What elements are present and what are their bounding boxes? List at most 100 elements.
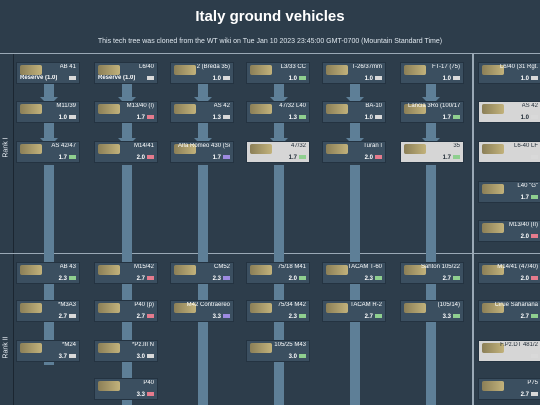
vehicle-card[interactable]: M42 Contraereo 3.3 — [170, 300, 234, 322]
vehicle-card[interactable]: *M3A3 2.7 — [16, 300, 80, 322]
vehicle-br: 2.0 — [520, 276, 529, 282]
vehicle-br: 1.7 — [58, 155, 67, 161]
country-flag-icon — [69, 155, 76, 159]
vehicle-card[interactable]: 75/34 M42 2.3 — [246, 300, 310, 322]
country-flag-icon — [453, 314, 460, 318]
vehicle-name: P40 — [143, 380, 154, 386]
country-flag-icon — [69, 354, 76, 358]
vehicle-card[interactable]: Cirue Sahariana 2.7 — [478, 300, 540, 322]
vehicle-name: L40 "G" — [517, 183, 538, 189]
rank-2-column: Rank II — [0, 254, 14, 405]
vehicle-card[interactable]: 2 (Breda 35) 1.0 — [170, 62, 234, 84]
vehicle-name: M42 Contraereo — [186, 302, 230, 308]
vehicle-br: 2.0 — [136, 155, 145, 161]
vehicle-br: 1.0 — [212, 76, 221, 82]
vehicle-card[interactable]: M14/41 2.0 — [94, 141, 158, 163]
country-flag-icon — [223, 76, 230, 80]
country-flag-icon — [147, 314, 154, 318]
vehicle-name: M13/40 (II) — [508, 222, 538, 228]
vehicle-card[interactable]: M15/42 2.7 — [94, 262, 158, 284]
vehicle-card[interactable]: P75 2.7 — [478, 378, 540, 400]
vehicle-name: M15/42 — [133, 264, 154, 270]
country-flag-icon — [299, 76, 306, 80]
vehicle-card[interactable]: TACAM T-60 2.3 — [322, 262, 386, 284]
vehicle-card[interactable]: M11/39 1.0 — [16, 101, 80, 123]
vehicle-card[interactable]: 105/25 M43 3.0 — [246, 340, 310, 362]
vehicle-name: 35 — [453, 143, 460, 149]
vehicle-br: 3.7 — [58, 354, 67, 360]
vehicle-card[interactable]: AS 42 1.3 — [170, 101, 234, 123]
tree-connector — [426, 165, 436, 405]
vehicle-thumbnail — [98, 104, 120, 114]
vehicle-br: 3.3 — [136, 392, 145, 398]
vehicle-card[interactable]: *Pz.III N 3.0 — [94, 340, 158, 362]
vehicle-thumbnail — [326, 303, 348, 313]
vehicle-thumbnail — [20, 144, 42, 154]
vehicle-card[interactable]: L6/40 (31 Rgt. 1.0 — [478, 62, 540, 84]
vehicle-name: L6-40 LF — [513, 143, 538, 149]
vehicle-br: 2.3 — [364, 276, 373, 282]
vehicle-thumbnail — [174, 104, 196, 114]
vehicle-br: 2.7 — [520, 392, 529, 398]
vehicle-br: 2.7 — [442, 276, 451, 282]
vehicle-card[interactable]: AS 42/47 1.7 — [16, 141, 80, 163]
vehicle-card[interactable]: *M24 3.7 — [16, 340, 80, 362]
vehicle-br: 3.3 — [442, 314, 451, 320]
country-flag-icon — [531, 155, 538, 159]
vehicle-card[interactable]: 47/32 L40 1.3 — [246, 101, 310, 123]
vehicle-card[interactable]: Alfa Romeo 430 (Scotti) 1.7 — [170, 141, 234, 163]
vehicle-thumbnail — [174, 265, 196, 275]
vehicle-thumbnail — [482, 381, 504, 391]
country-flag-icon — [223, 276, 230, 280]
vehicle-card[interactable]: (105/14) 3.3 — [400, 300, 464, 322]
vehicle-card[interactable]: M13/40 (II) 2.0 — [478, 220, 540, 242]
vehicle-name: L3/33 CC — [280, 64, 306, 70]
vehicle-br: 1.7 — [136, 115, 145, 121]
vehicle-card[interactable]: L6-40 LF — [478, 141, 540, 163]
vehicle-thumbnail — [20, 343, 42, 353]
vehicle-card[interactable]: L3/33 CC 1.0 — [246, 62, 310, 84]
country-flag-icon — [299, 155, 306, 159]
vehicle-card[interactable]: TACAM R-2 2.7 — [322, 300, 386, 322]
vehicle-card[interactable]: P40 (p) 2.7 — [94, 300, 158, 322]
vehicle-card[interactable]: M14/41 (47/40) 2.0 — [478, 262, 540, 284]
vehicle-name: 2 (Breda 35) — [196, 64, 230, 70]
vehicle-card[interactable]: F.Pz.DT 481/2 — [478, 340, 540, 362]
vehicle-card[interactable]: CM52 2.3 — [170, 262, 234, 284]
vehicle-br: 2.7 — [520, 314, 529, 320]
vehicle-card[interactable]: M13/40 (I) 1.7 — [94, 101, 158, 123]
country-flag-icon — [69, 115, 76, 119]
vehicle-card[interactable]: L6/40 Reserve (1.0) — [94, 62, 158, 84]
vehicle-br: 1.7 — [442, 115, 451, 121]
vehicle-br: 2.7 — [136, 276, 145, 282]
vehicle-br: 2.7 — [364, 314, 373, 320]
vehicle-thumbnail — [20, 265, 42, 275]
vehicle-card[interactable]: P40 3.3 — [94, 378, 158, 400]
vehicle-card[interactable]: L40 "G" 1.7 — [478, 181, 540, 203]
vehicle-thumbnail — [98, 144, 120, 154]
vehicle-name: TACAM R-2 — [350, 302, 382, 308]
vehicle-card[interactable]: AB 43 2.3 — [16, 262, 80, 284]
vehicle-card[interactable]: Turán I 2.0 — [322, 141, 386, 163]
vehicle-card[interactable]: BA-10 1.0 — [322, 101, 386, 123]
vehicle-card[interactable]: Lancia 3Ro (100/17) 1.7 — [400, 101, 464, 123]
vehicle-card[interactable]: FT-17 (75) 1.0 — [400, 62, 464, 84]
vehicle-card[interactable]: 35 1.7 — [400, 141, 464, 163]
vehicle-card[interactable]: AS 42 1.0 — [478, 101, 540, 123]
vehicle-name: AB 43 — [59, 264, 76, 270]
vehicle-br: 1.3 — [288, 115, 297, 121]
vehicle-card[interactable]: T-26/37mm 1.0 — [322, 62, 386, 84]
tree-connector — [198, 165, 208, 405]
vehicle-card[interactable]: 47/32 1.7 — [246, 141, 310, 163]
vehicle-br: 1.0 — [58, 115, 67, 121]
vehicle-name: 47/32 L40 — [279, 103, 306, 109]
vehicle-card[interactable]: AB 41 Reserve (1.0) — [16, 62, 80, 84]
vehicle-thumbnail — [20, 104, 42, 114]
vehicle-card[interactable]: 75/18 M41 2.0 — [246, 262, 310, 284]
vehicle-br: 2.7 — [136, 314, 145, 320]
vehicle-thumbnail — [250, 303, 272, 313]
vehicle-thumbnail — [98, 381, 120, 391]
vehicle-br: 3.0 — [288, 354, 297, 360]
rank-1-label: Rank I — [2, 137, 10, 158]
vehicle-card[interactable]: Sahton 105/22 2.7 — [400, 262, 464, 284]
